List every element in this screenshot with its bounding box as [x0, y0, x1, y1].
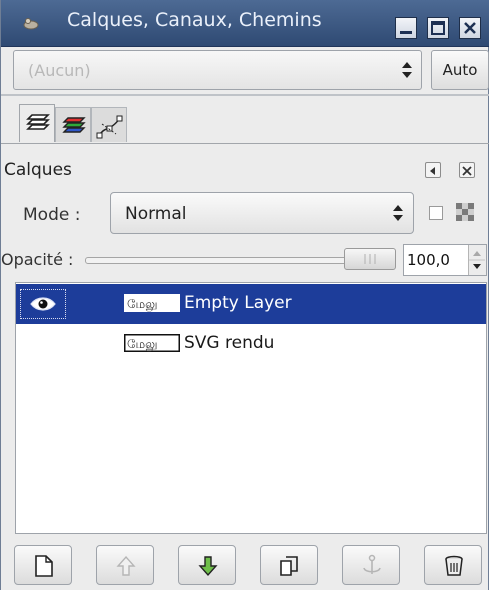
opacity-spinbox[interactable]: 100,0 — [403, 244, 487, 276]
layer-row-svg-rendu[interactable]: மேலு SVG rendu — [16, 324, 486, 364]
channels-tab[interactable] — [55, 107, 91, 142]
channels-icon — [62, 117, 86, 133]
anchor-layer-button[interactable] — [342, 545, 400, 585]
raise-layer-button[interactable] — [96, 545, 154, 585]
layer-row-empty-layer[interactable]: மேலு Empty Layer — [16, 284, 486, 324]
triangle-left-icon — [430, 167, 435, 175]
panel-menu-button[interactable] — [425, 162, 441, 178]
minimize-button[interactable] — [395, 17, 417, 39]
close-icon — [464, 22, 476, 34]
auto-button[interactable]: Auto — [431, 50, 489, 90]
new-layer-button[interactable] — [14, 545, 72, 585]
paths-icon — [96, 115, 123, 139]
close-button[interactable] — [459, 17, 481, 39]
layer-name: SVG rendu — [184, 333, 275, 353]
mode-label: Mode : — [23, 205, 81, 225]
arrow-down-icon — [198, 556, 218, 577]
maximize-icon — [431, 21, 445, 35]
layer-thumbnail: மேலு — [123, 333, 181, 353]
anchor-icon — [363, 554, 381, 574]
duplicate-layer-button[interactable] — [260, 545, 318, 585]
updown-arrows-icon — [393, 205, 403, 221]
panel-close-button[interactable] — [459, 162, 475, 178]
arrow-up-icon — [116, 555, 136, 576]
lower-layer-button[interactable] — [178, 545, 236, 585]
spin-arrows[interactable] — [468, 245, 486, 275]
alpha-checkerboard-icon — [456, 203, 474, 221]
mode-value: Normal — [125, 204, 187, 224]
maximize-button[interactable] — [427, 17, 449, 39]
layer-list[interactable]: மேலு Empty Layer மேலு SVG rendu — [15, 282, 487, 534]
minimize-icon — [400, 31, 412, 34]
window-title: Calques, Canaux, Chemins — [67, 9, 322, 31]
thumb-text: மேலு — [127, 337, 158, 352]
paths-tab[interactable] — [91, 107, 127, 142]
tab-divider — [1, 143, 489, 144]
lock-alpha-checkbox[interactable] — [429, 206, 443, 220]
new-document-icon — [35, 555, 53, 577]
opacity-label: Opacité : — [1, 250, 74, 269]
divider — [1, 94, 489, 96]
image-combo-value: (Aucun) — [28, 61, 91, 80]
opacity-slider-handle[interactable] — [344, 248, 396, 270]
spin-updown-icon — [469, 251, 485, 269]
image-selector-row: (Aucun) Auto — [13, 50, 489, 90]
delete-layer-button[interactable] — [424, 545, 482, 585]
layer-name: Empty Layer — [184, 293, 292, 313]
duplicate-icon — [280, 556, 298, 576]
gimp-app-icon — [23, 18, 39, 30]
trash-icon — [445, 555, 463, 576]
mode-select[interactable]: Normal — [110, 192, 414, 234]
image-combo[interactable]: (Aucun) — [13, 50, 422, 90]
eye-icon — [30, 297, 56, 311]
layers-tab[interactable] — [19, 104, 55, 142]
dock-window: Calques, Canaux, Chemins (Aucun) Auto Ca… — [0, 0, 489, 590]
title-bar[interactable]: Calques, Canaux, Chemins — [1, 0, 489, 47]
opacity-value: 100,0 — [407, 251, 450, 269]
layers-icon — [26, 114, 50, 130]
panel-title: Calques — [4, 160, 72, 180]
grip-icon — [364, 254, 376, 264]
thumb-text: மேலு — [127, 297, 158, 312]
updown-arrows-icon — [402, 62, 412, 78]
close-icon — [462, 166, 472, 176]
layer-thumbnail: மேலு — [123, 293, 181, 313]
visibility-toggle[interactable] — [20, 289, 66, 319]
